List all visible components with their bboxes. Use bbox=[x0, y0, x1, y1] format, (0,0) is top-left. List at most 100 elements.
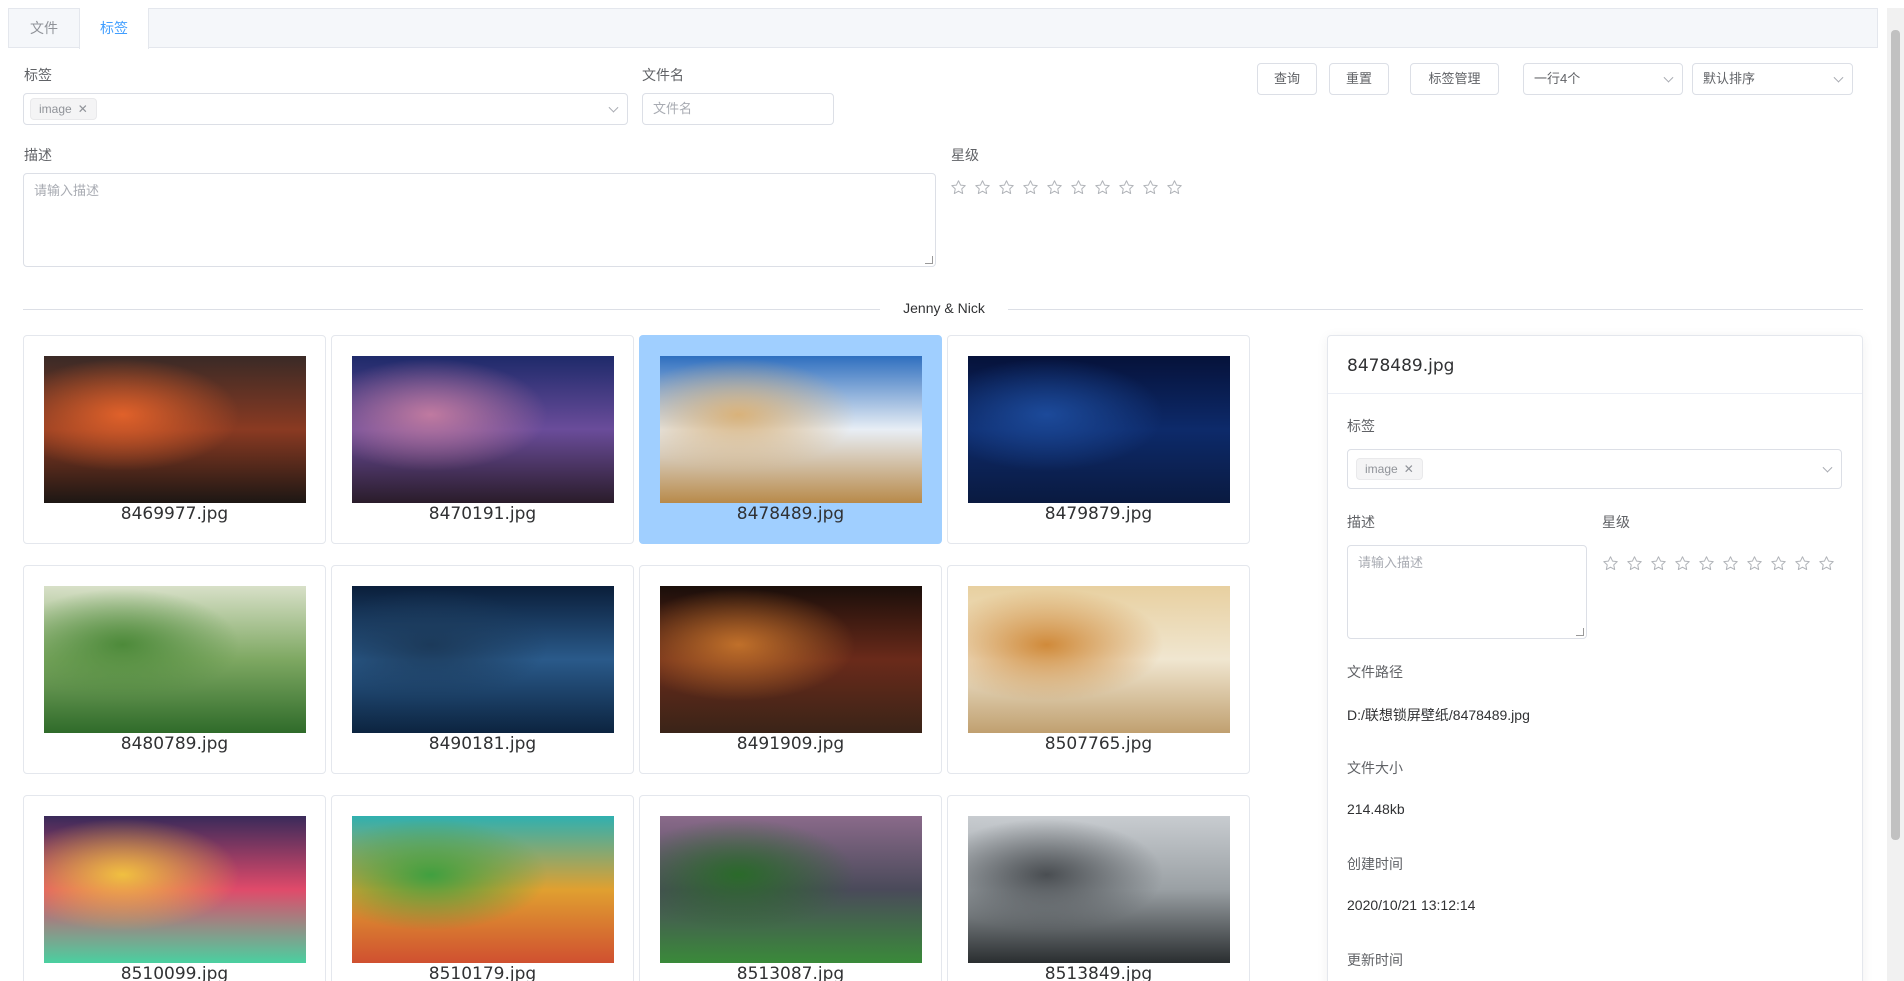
image-filename: 8491909.jpg bbox=[736, 734, 845, 754]
image-card[interactable]: 8479879.jpg bbox=[947, 335, 1250, 544]
tab-tags[interactable]: 标签 bbox=[79, 8, 149, 49]
image-thumbnail[interactable] bbox=[660, 816, 922, 963]
star-icon[interactable] bbox=[1794, 555, 1818, 575]
sort-select[interactable]: 默认排序 bbox=[1692, 63, 1853, 95]
image-filename: 8513087.jpg bbox=[736, 964, 845, 981]
tag-chip-label: image bbox=[39, 102, 72, 116]
star-icon[interactable] bbox=[1674, 555, 1698, 575]
group-title: Jenny & Nick bbox=[880, 300, 1008, 316]
image-filename: 8507765.jpg bbox=[1044, 734, 1153, 754]
image-filename: 8480789.jpg bbox=[120, 734, 229, 754]
star-icon[interactable] bbox=[974, 179, 998, 199]
image-card[interactable]: 8478489.jpg bbox=[639, 335, 942, 544]
tab-files[interactable]: 文件 bbox=[9, 8, 79, 48]
image-card[interactable]: 8470191.jpg bbox=[331, 335, 634, 544]
detail-rating-label: 星级 bbox=[1602, 514, 1630, 530]
rating-label: 星级 bbox=[951, 147, 979, 163]
scrollbar-thumb[interactable] bbox=[1891, 30, 1900, 840]
star-icon[interactable] bbox=[1602, 555, 1626, 575]
image-card[interactable]: 8469977.jpg bbox=[23, 335, 326, 544]
filename-input[interactable]: 文件名 bbox=[642, 93, 834, 125]
image-card[interactable]: 8513849.jpg bbox=[947, 795, 1250, 981]
star-icon[interactable] bbox=[1818, 555, 1842, 575]
image-thumbnail[interactable] bbox=[352, 356, 614, 503]
detail-size-label: 文件大小 bbox=[1347, 760, 1403, 776]
star-icon[interactable] bbox=[998, 179, 1022, 199]
image-card[interactable]: 8480789.jpg bbox=[23, 565, 326, 774]
resize-handle-icon[interactable] bbox=[1576, 628, 1584, 636]
detail-tag-chip-label: image bbox=[1365, 462, 1398, 476]
detail-size-value: 214.48kb bbox=[1347, 801, 1405, 817]
star-icon[interactable] bbox=[1698, 555, 1722, 575]
image-filename: 8510099.jpg bbox=[120, 964, 229, 981]
image-thumbnail[interactable] bbox=[44, 816, 306, 963]
detail-panel: 8478489.jpg 标签 image ✕ 描述 请输入描述 星级 文件路径 D… bbox=[1327, 335, 1863, 981]
star-icon[interactable] bbox=[1094, 179, 1118, 199]
page-scrollbar[interactable] bbox=[1887, 8, 1904, 981]
star-icon[interactable] bbox=[1046, 179, 1070, 199]
star-icon[interactable] bbox=[1770, 555, 1794, 575]
star-icon[interactable] bbox=[1626, 555, 1650, 575]
per-row-value: 一行4个 bbox=[1534, 71, 1581, 86]
per-row-select[interactable]: 一行4个 bbox=[1523, 63, 1683, 95]
image-filename: 8510179.jpg bbox=[428, 964, 537, 981]
image-thumbnail[interactable] bbox=[44, 586, 306, 733]
image-card[interactable]: 8510179.jpg bbox=[331, 795, 634, 981]
image-filename: 8478489.jpg bbox=[736, 504, 845, 524]
detail-rating-stars[interactable] bbox=[1602, 555, 1842, 575]
star-icon[interactable] bbox=[1070, 179, 1094, 199]
query-button[interactable]: 查询 bbox=[1257, 63, 1317, 95]
detail-desc-label: 描述 bbox=[1347, 514, 1375, 530]
image-thumbnail[interactable] bbox=[44, 356, 306, 503]
sort-value: 默认排序 bbox=[1703, 71, 1756, 86]
tag-manage-button[interactable]: 标签管理 bbox=[1410, 63, 1499, 95]
tab-bar: 文件 标签 bbox=[8, 8, 1878, 49]
chevron-down-icon bbox=[1833, 72, 1844, 83]
detail-path-value: D:/联想锁屏壁纸/8478489.jpg bbox=[1347, 707, 1530, 723]
image-card[interactable]: 8490181.jpg bbox=[331, 565, 634, 774]
reset-button[interactable]: 重置 bbox=[1329, 63, 1389, 95]
resize-handle-icon[interactable] bbox=[925, 256, 933, 264]
image-card[interactable]: 8510099.jpg bbox=[23, 795, 326, 981]
image-card[interactable]: 8513087.jpg bbox=[639, 795, 942, 981]
detail-title: 8478489.jpg bbox=[1347, 356, 1455, 376]
chevron-down-icon bbox=[1822, 462, 1833, 473]
image-filename: 8479879.jpg bbox=[1044, 504, 1153, 524]
tag-filter-label: 标签 bbox=[24, 67, 52, 83]
image-filename: 8490181.jpg bbox=[428, 734, 537, 754]
image-filename: 8470191.jpg bbox=[428, 504, 537, 524]
description-placeholder: 请输入描述 bbox=[34, 183, 100, 198]
detail-desc-placeholder: 请输入描述 bbox=[1358, 555, 1424, 570]
detail-path-label: 文件路径 bbox=[1347, 664, 1403, 680]
tag-filter-select[interactable]: image ✕ bbox=[23, 93, 628, 125]
image-card[interactable]: 8491909.jpg bbox=[639, 565, 942, 774]
tag-remove-icon[interactable]: ✕ bbox=[1404, 462, 1414, 476]
image-thumbnail[interactable] bbox=[968, 356, 1230, 503]
star-icon[interactable] bbox=[1166, 179, 1190, 199]
star-icon[interactable] bbox=[1650, 555, 1674, 575]
filename-placeholder: 文件名 bbox=[653, 101, 693, 116]
image-thumbnail[interactable] bbox=[968, 816, 1230, 963]
detail-header: 8478489.jpg bbox=[1328, 336, 1862, 394]
detail-created-label: 创建时间 bbox=[1347, 856, 1403, 872]
star-icon[interactable] bbox=[1118, 179, 1142, 199]
star-icon[interactable] bbox=[1722, 555, 1746, 575]
image-card[interactable]: 8507765.jpg bbox=[947, 565, 1250, 774]
image-filename: 8513849.jpg bbox=[1044, 964, 1153, 981]
rating-stars[interactable] bbox=[950, 179, 1190, 199]
image-thumbnail[interactable] bbox=[660, 586, 922, 733]
image-thumbnail[interactable] bbox=[660, 356, 922, 503]
image-thumbnail[interactable] bbox=[968, 586, 1230, 733]
image-thumbnail[interactable] bbox=[352, 586, 614, 733]
star-icon[interactable] bbox=[950, 179, 974, 199]
star-icon[interactable] bbox=[1142, 179, 1166, 199]
star-icon[interactable] bbox=[1022, 179, 1046, 199]
detail-tag-select[interactable]: image ✕ bbox=[1347, 449, 1842, 489]
chevron-down-icon bbox=[1663, 72, 1674, 83]
star-icon[interactable] bbox=[1746, 555, 1770, 575]
tag-remove-icon[interactable]: ✕ bbox=[78, 102, 88, 116]
detail-desc-textarea[interactable]: 请输入描述 bbox=[1347, 545, 1587, 639]
description-textarea[interactable]: 请输入描述 bbox=[23, 173, 936, 267]
tag-chip: image ✕ bbox=[30, 98, 97, 120]
image-thumbnail[interactable] bbox=[352, 816, 614, 963]
